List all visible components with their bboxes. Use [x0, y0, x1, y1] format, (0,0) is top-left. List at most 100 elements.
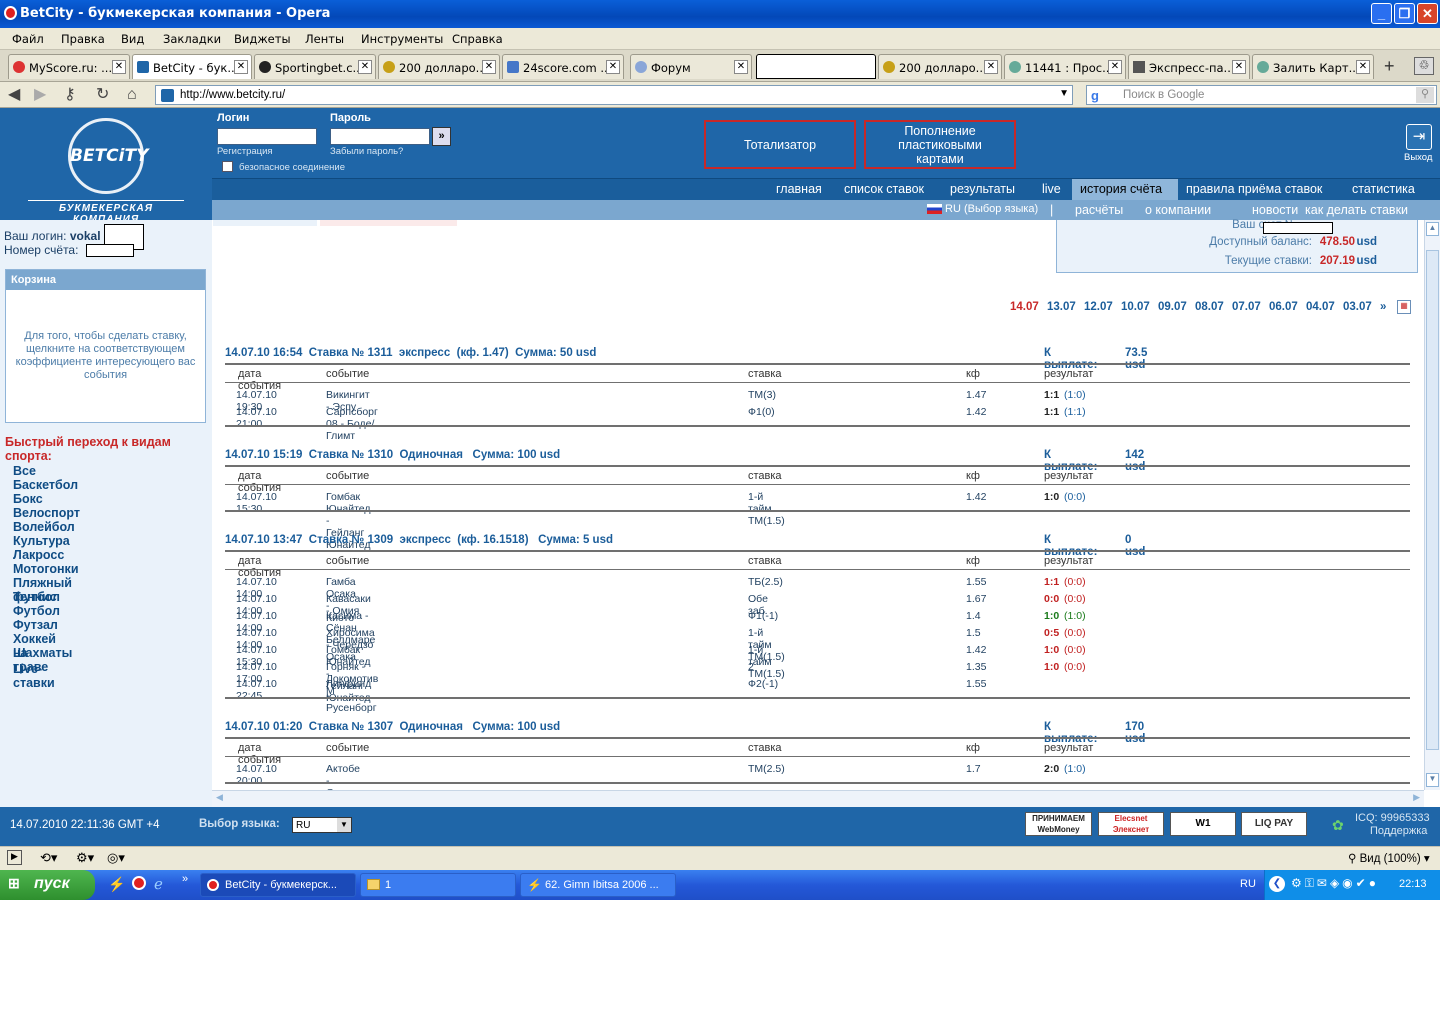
sport-link[interactable]: Мотогонки: [13, 562, 79, 576]
turbo-icon[interactable]: ◎▾: [107, 850, 125, 866]
betcity-logo[interactable]: BETCiTY БУКМЕКЕРСКАЯ КОМПАНИЯ: [0, 108, 212, 225]
tab-sportingbet[interactable]: Sportingbet.c... ✕: [254, 54, 376, 79]
dropdown-icon[interactable]: ▼: [337, 818, 351, 832]
menu-view[interactable]: Вид: [121, 32, 144, 46]
opera-quicklaunch-icon[interactable]: [132, 876, 146, 890]
sport-link[interactable]: Все: [13, 464, 36, 478]
nav-statistics[interactable]: статистика: [1352, 182, 1415, 196]
menu-file[interactable]: Файл: [12, 32, 44, 46]
totalizator-button[interactable]: Тотализатор: [704, 120, 856, 169]
taskbar-item-folder[interactable]: 1: [360, 873, 516, 897]
menu-edit[interactable]: Правка: [61, 32, 105, 46]
address-field[interactable]: http://www.betcity.ru/ ▼: [155, 85, 1073, 105]
sport-link[interactable]: Футбол: [13, 604, 60, 618]
footer-lang-select[interactable]: RU ▼: [292, 817, 352, 833]
nav-how-to-bet[interactable]: как делать ставки: [1305, 203, 1408, 217]
sport-link[interactable]: Лакросс: [13, 548, 64, 562]
close-tab-icon[interactable]: ✕: [984, 60, 998, 74]
search-field[interactable]: g Поиск в Google ⚲: [1086, 85, 1437, 105]
close-tab-icon[interactable]: ✕: [734, 60, 748, 74]
login-input[interactable]: [217, 128, 317, 145]
close-tab-icon[interactable]: ✕: [482, 60, 496, 74]
exit-label[interactable]: Выход: [1404, 152, 1432, 163]
keyboard-lang[interactable]: RU: [1240, 878, 1256, 890]
date-link[interactable]: 10.07: [1121, 301, 1150, 313]
menu-tools[interactable]: Инструменты: [361, 32, 443, 46]
scroll-thumb[interactable]: [1426, 250, 1439, 750]
restore-button[interactable]: ❐: [1394, 3, 1415, 24]
tab-upload[interactable]: Залить Карт... ✕: [1252, 54, 1374, 79]
date-link[interactable]: 07.07: [1232, 301, 1261, 313]
close-tab-icon[interactable]: ✕: [234, 60, 248, 74]
login-submit-button[interactable]: »: [432, 127, 451, 146]
nav-bets-list[interactable]: список ставок: [844, 182, 924, 196]
menu-feeds[interactable]: Ленты: [305, 32, 344, 46]
nav-about[interactable]: о компании: [1145, 203, 1211, 217]
exit-icon[interactable]: ⇥: [1406, 124, 1432, 150]
password-input[interactable]: [330, 128, 430, 145]
nav-news[interactable]: новости: [1252, 203, 1298, 217]
wand-icon[interactable]: ⚷: [64, 87, 76, 103]
sport-link[interactable]: Баскетбол: [13, 478, 78, 492]
tab-11441[interactable]: 11441 : Прос... ✕: [1004, 54, 1126, 79]
tab-myscore[interactable]: MyScore.ru: ... ✕: [8, 54, 130, 79]
vertical-scrollbar[interactable]: ▲ ▼: [1424, 220, 1440, 790]
tab-200-dollars-2[interactable]: 200 долларо... ✕: [878, 54, 1002, 79]
new-tab-icon[interactable]: +: [1384, 56, 1395, 77]
trash-icon[interactable]: ♲: [1414, 57, 1434, 75]
dropdown-icon[interactable]: ▼: [1059, 88, 1069, 99]
language-select[interactable]: RU (Выбор языка): [945, 203, 1038, 215]
nav-rules[interactable]: правила приёма ставок: [1186, 182, 1322, 196]
date-link[interactable]: 14.07: [1010, 301, 1039, 313]
scroll-right-icon[interactable]: ▶: [1413, 792, 1420, 803]
horizontal-scrollbar[interactable]: ◀ ▶: [212, 790, 1424, 807]
tray-icons[interactable]: ⚙⚿✉◈◉✔●: [1291, 876, 1379, 891]
taskbar-item-media[interactable]: ⚡ 62. Gimn Ibitsa 2006 ...: [520, 873, 676, 897]
sport-link[interactable]: Бокс: [13, 492, 43, 506]
close-tab-icon[interactable]: ✕: [1108, 60, 1122, 74]
secure-checkbox[interactable]: [222, 161, 233, 172]
close-tab-icon[interactable]: ✕: [606, 60, 620, 74]
more-icon[interactable]: »: [182, 873, 188, 885]
tab-24score[interactable]: 24score.com ... ✕: [502, 54, 624, 79]
sport-link[interactable]: Велоспорт: [13, 506, 80, 520]
back-icon[interactable]: ◀: [8, 87, 20, 103]
calendar-icon[interactable]: ▦: [1397, 300, 1411, 314]
home-icon[interactable]: ⌂: [127, 87, 137, 103]
menu-help[interactable]: Справка: [452, 32, 503, 46]
sport-link[interactable]: Теннис: [13, 590, 57, 604]
nav-results[interactable]: результаты: [950, 182, 1015, 196]
sport-link[interactable]: Шахматы: [13, 646, 72, 660]
scroll-left-icon[interactable]: ◀: [216, 792, 223, 803]
unite-icon[interactable]: ⚙▾: [76, 850, 94, 866]
tab-blank[interactable]: [756, 54, 876, 79]
nav-live[interactable]: live: [1042, 182, 1061, 196]
topup-cards-button[interactable]: Пополнение пластиковыми картами: [864, 120, 1016, 169]
tab-200-dollars[interactable]: 200 долларо... ✕: [378, 54, 500, 79]
sync-icon[interactable]: ⟲▾: [40, 850, 57, 866]
forgot-password-link[interactable]: Забыли пароль?: [330, 146, 403, 157]
expand-tray-icon[interactable]: ❮: [1269, 876, 1285, 892]
minimize-button[interactable]: _: [1371, 3, 1392, 24]
ie-icon[interactable]: ℯ: [154, 875, 163, 893]
reload-icon[interactable]: ↻: [96, 87, 109, 103]
date-link[interactable]: 03.07: [1343, 301, 1372, 313]
sport-link[interactable]: Культура: [13, 534, 70, 548]
menu-bookmarks[interactable]: Закладки: [163, 32, 221, 46]
quicklaunch-icon[interactable]: ⚡: [108, 876, 125, 893]
sport-link[interactable]: Волейбол: [13, 520, 75, 534]
start-button[interactable]: ⊞ пуск: [0, 870, 95, 900]
close-button[interactable]: ✕: [1417, 3, 1438, 24]
date-link[interactable]: »: [1380, 301, 1386, 313]
nav-home[interactable]: главная: [776, 182, 822, 196]
register-link[interactable]: Регистрация: [217, 146, 273, 157]
close-tab-icon[interactable]: ✕: [112, 60, 126, 74]
menu-widgets[interactable]: Виджеты: [234, 32, 291, 46]
date-link[interactable]: 06.07: [1269, 301, 1298, 313]
tab-betcity[interactable]: BetCity - бук... ✕: [132, 54, 252, 79]
forward-icon[interactable]: ▶: [34, 87, 46, 103]
close-tab-icon[interactable]: ✕: [1356, 60, 1370, 74]
zoom-control[interactable]: ⚲ Вид (100%) ▾: [1348, 851, 1430, 865]
date-link[interactable]: 08.07: [1195, 301, 1224, 313]
taskbar-item-betcity[interactable]: BetCity - букмекерск...: [200, 873, 356, 897]
